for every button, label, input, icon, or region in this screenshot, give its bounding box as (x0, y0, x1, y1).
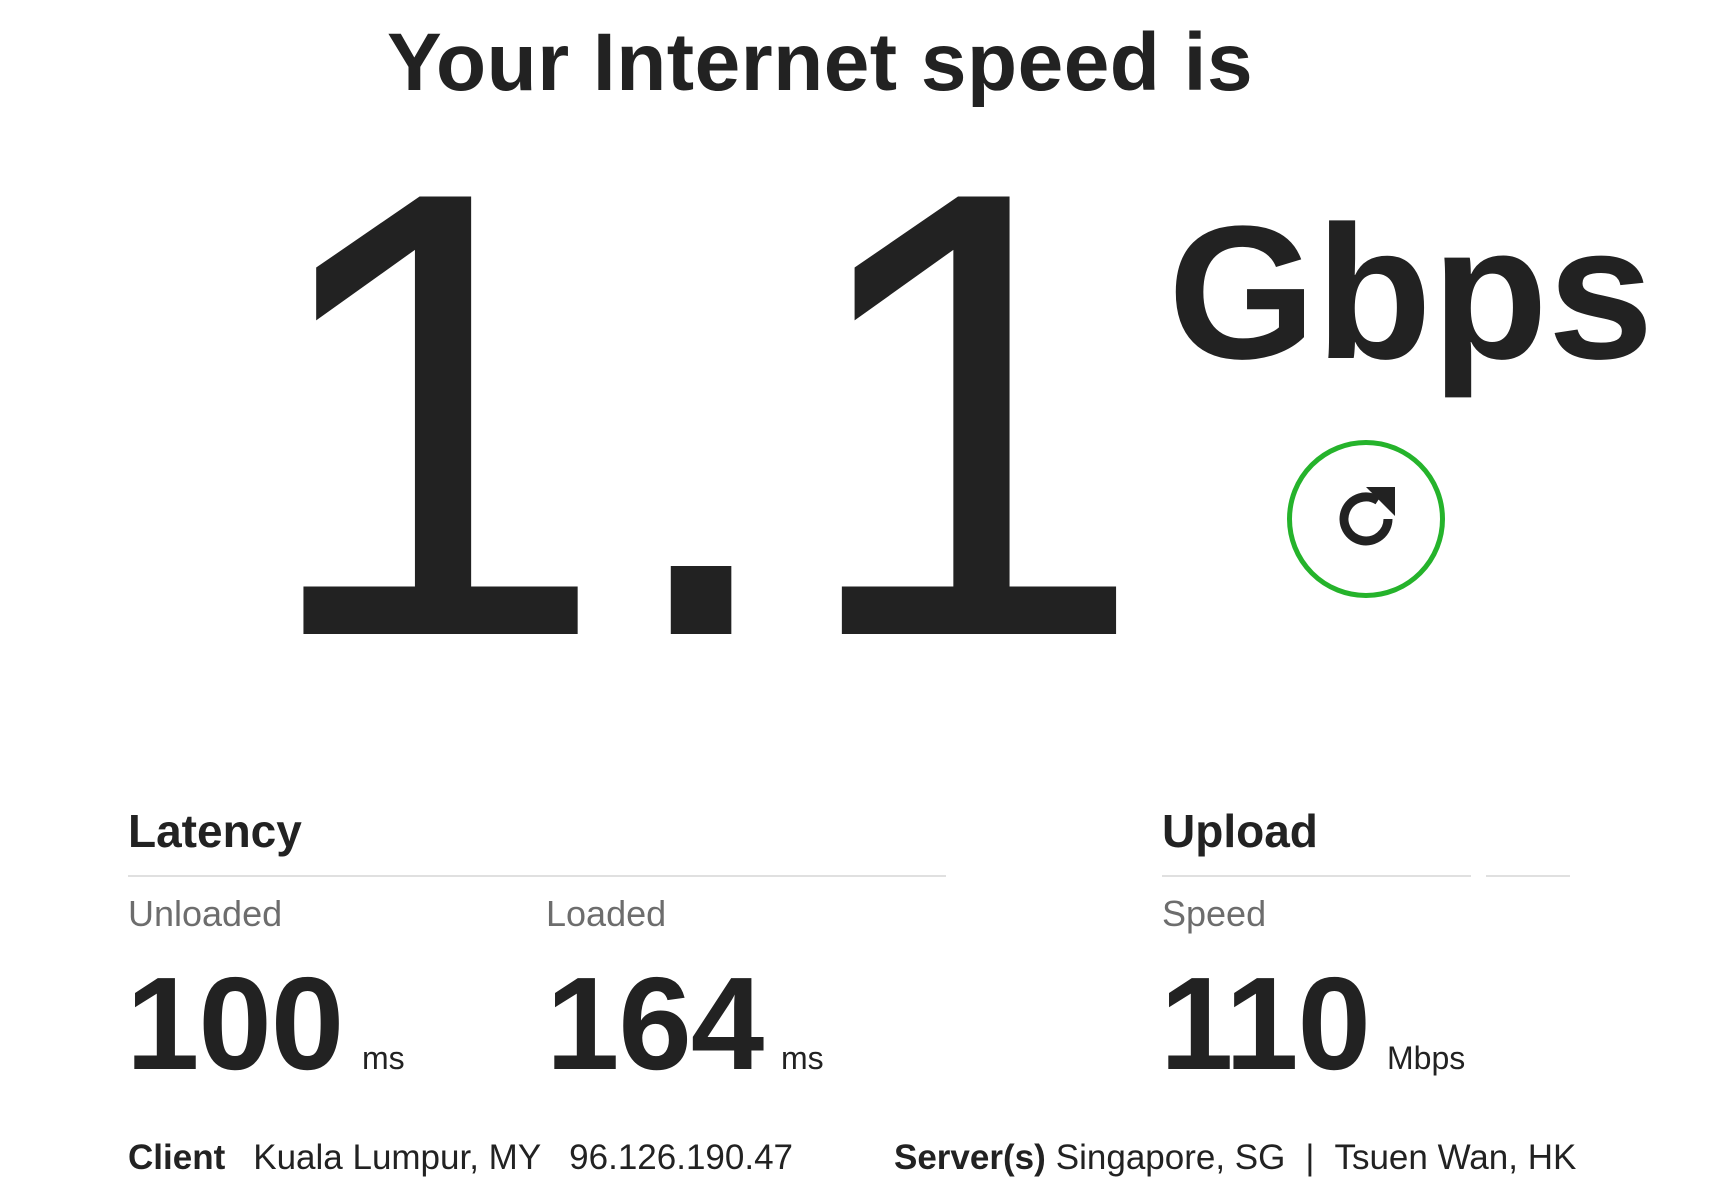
server-location-2: Tsuen Wan, HK (1334, 1138, 1577, 1177)
upload-divider-left (1162, 875, 1471, 877)
loaded-label: Loaded (546, 893, 667, 934)
latency-title: Latency (128, 805, 302, 857)
unloaded-latency-value: 100 (126, 950, 344, 1097)
upload-speed-label: Speed (1162, 893, 1267, 934)
upload-divider-right (1486, 875, 1570, 877)
unloaded-latency-unit: ms (362, 1040, 405, 1076)
client-info: Client Kuala Lumpur, MY 96.126.190.47 (128, 1140, 793, 1175)
server-separator: | (1305, 1138, 1315, 1177)
servers-label: Server(s) (894, 1138, 1046, 1177)
download-speed-units: Gbps (1168, 187, 1654, 399)
client-ip: 96.126.190.47 (569, 1138, 793, 1177)
latency-divider (128, 875, 946, 877)
speed-test-page: Your Internet speed is 1.1 Gbps Latency … (0, 0, 1723, 1203)
client-label: Client (128, 1138, 226, 1177)
download-speed-value: 1.1 (255, 58, 1152, 769)
loaded-latency-value: 164 (546, 950, 764, 1097)
client-location: Kuala Lumpur, MY (253, 1138, 542, 1177)
refresh-icon (1339, 487, 1395, 546)
upload-speed-unit: Mbps (1387, 1040, 1466, 1076)
upload-speed-value: 110 (1160, 950, 1371, 1097)
loaded-latency-unit: ms (781, 1040, 824, 1076)
unloaded-label: Unloaded (128, 893, 283, 934)
upload-title: Upload (1162, 805, 1318, 857)
refresh-button[interactable] (1287, 440, 1445, 598)
server-location-1: Singapore, SG (1055, 1138, 1286, 1177)
server-info: Server(s) Singapore, SG | Tsuen Wan, HK (894, 1140, 1576, 1175)
